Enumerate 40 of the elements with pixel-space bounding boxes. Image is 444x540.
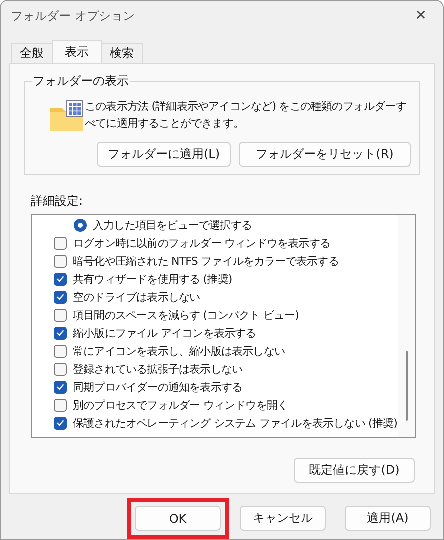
option-label: 空のドライブは表示しない	[73, 290, 200, 304]
dialog-button[interactable]: キャンセル	[240, 506, 326, 531]
option-label: ログオン時に以前のフォルダー ウィンドウを表示する	[73, 236, 330, 250]
restore-defaults-button[interactable]: 既定値に戻す(D)	[294, 458, 415, 483]
folder-button[interactable]: フォルダーをリセット(R)	[239, 142, 411, 167]
group-title: フォルダーの表示	[32, 73, 130, 90]
scrollbar[interactable]	[398, 215, 415, 437]
option-label: 保護されたオペレーティング システム ファイルを表示しない (推奨)	[73, 416, 398, 430]
option-label: 別のプロセスでフォルダー ウィンドウを開く	[73, 398, 288, 412]
option-label: 項目間のスペースを減らす (コンパクト ビュー)	[73, 308, 299, 322]
checkbox[interactable]	[54, 254, 67, 268]
window-title: フォルダー オプション	[11, 8, 135, 24]
close-button[interactable]: ✕	[399, 1, 443, 31]
radio-button[interactable]	[74, 218, 87, 232]
tab[interactable]: 表示	[52, 40, 102, 63]
option-label: 暗号化や圧縮された NTFS ファイルをカラーで表示する	[73, 254, 339, 268]
option-label: 登録されている拡張子は表示しない	[73, 362, 243, 376]
folder-icon	[49, 100, 85, 132]
checkbox[interactable]	[54, 344, 67, 358]
checkbox[interactable]	[54, 290, 67, 304]
tab[interactable]: 検索	[101, 43, 143, 63]
option-label: 同期プロバイダーの通知を表示する	[73, 380, 243, 394]
option-label: 縮小版にファイル アイコンを表示する	[73, 326, 256, 340]
dialog-button[interactable]: OK	[135, 506, 221, 531]
folder-button[interactable]: フォルダーに適用(L)	[97, 142, 231, 167]
checkbox[interactable]	[54, 308, 67, 322]
checkbox[interactable]	[54, 326, 67, 340]
checkbox[interactable]	[54, 362, 67, 376]
option-label: 常にアイコンを表示し、縮小版は表示しない	[73, 344, 286, 358]
checkbox[interactable]	[54, 416, 67, 430]
checkbox[interactable]	[54, 380, 67, 394]
description-text: この表示方法 (詳細表示やアイコンなど) をこの種類のフォルダーすべてに適用することができます。	[85, 99, 408, 132]
option-label: 入力した項目をビューで選択する	[93, 218, 252, 232]
dialog-button[interactable]: 適用(A)	[345, 506, 431, 531]
checkbox[interactable]	[54, 398, 67, 412]
checkbox[interactable]	[54, 272, 67, 286]
section-label: 詳細設定:	[31, 193, 84, 210]
tab[interactable]: 全般	[11, 43, 53, 63]
checkbox[interactable]	[54, 236, 67, 250]
option-label: 共有ウィザードを使用する (推奨)	[73, 272, 232, 286]
